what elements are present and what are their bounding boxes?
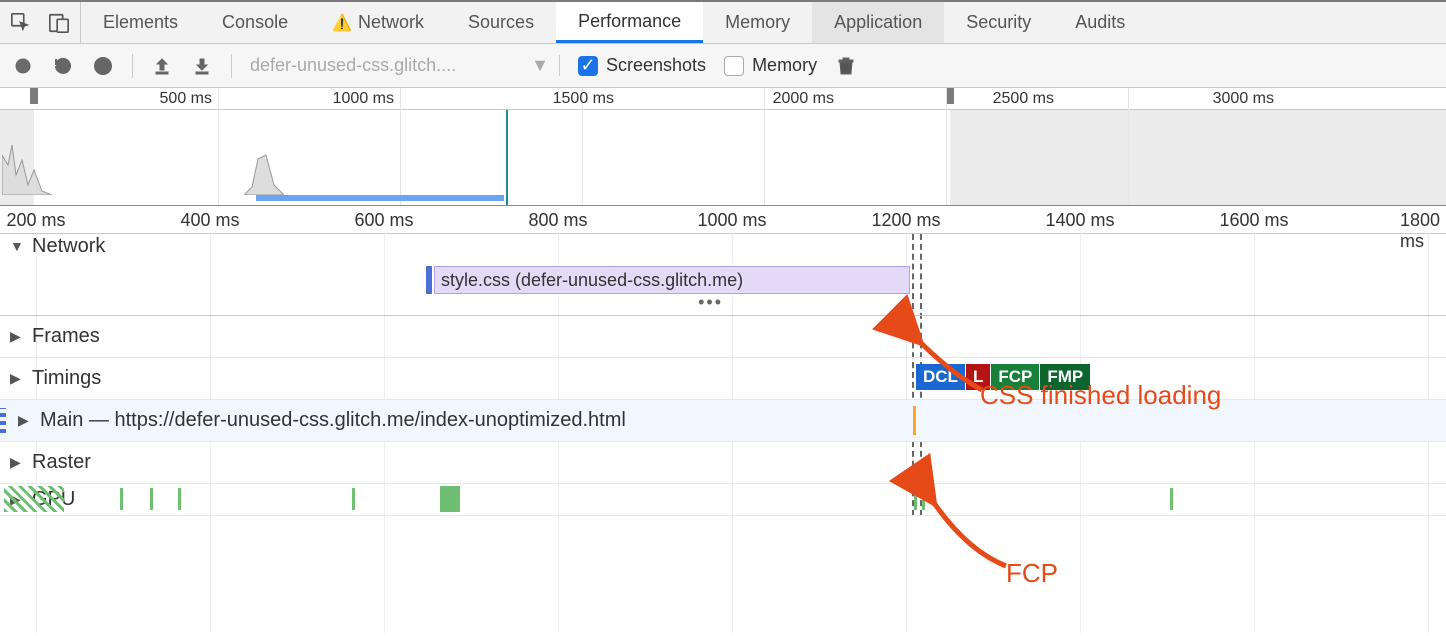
tab-application[interactable]: Application bbox=[812, 2, 944, 43]
profile-selector[interactable]: defer-unused-css.glitch.... ▼ bbox=[250, 55, 560, 76]
clear-icon[interactable] bbox=[92, 55, 114, 77]
tab-audits[interactable]: Audits bbox=[1053, 2, 1147, 43]
gpu-activity bbox=[1170, 488, 1173, 510]
disclosure-triangle-icon: ▶ bbox=[10, 328, 24, 345]
disclosure-triangle-icon: ▶ bbox=[10, 370, 24, 387]
download-icon[interactable] bbox=[191, 55, 213, 77]
disclosure-triangle-icon: ▼ bbox=[10, 238, 24, 254]
record-icon[interactable] bbox=[12, 55, 34, 77]
tracks-container: ▼ Network style.css (defer-unused-css.gl… bbox=[0, 234, 1446, 516]
overview-marker bbox=[506, 110, 508, 205]
warning-icon: ⚠️ bbox=[332, 13, 352, 33]
checkbox-checked-icon: ✓ bbox=[578, 56, 598, 76]
overview-body[interactable] bbox=[0, 110, 1446, 206]
frames-track-header[interactable]: ▶ Frames bbox=[0, 316, 1446, 358]
divider bbox=[231, 54, 232, 78]
cpu-spark bbox=[244, 151, 284, 195]
tab-network[interactable]: ⚠️ Network bbox=[310, 2, 446, 43]
tab-left-controls bbox=[0, 2, 81, 43]
tab-elements[interactable]: Elements bbox=[81, 2, 200, 43]
flame-ruler[interactable]: 200 ms 400 ms 600 ms 800 ms 1000 ms 1200… bbox=[0, 206, 1446, 234]
garbage-icon[interactable] bbox=[835, 55, 857, 77]
range-handle-right[interactable] bbox=[946, 88, 954, 104]
network-track-header[interactable]: ▼ Network bbox=[0, 234, 1446, 258]
disclosure-triangle-icon: ▶ bbox=[18, 412, 32, 429]
performance-toolbar: defer-unused-css.glitch.... ▼ ✓ Screensh… bbox=[0, 44, 1446, 88]
gpu-activity bbox=[440, 486, 460, 512]
annotation-css-finished: CSS finished loading bbox=[980, 380, 1221, 411]
network-request-start bbox=[426, 266, 432, 294]
chevron-down-icon: ▼ bbox=[531, 55, 549, 76]
raster-track-header[interactable]: ▶ Raster bbox=[0, 442, 1446, 484]
device-toggle-icon[interactable] bbox=[48, 12, 70, 34]
overview-ruler[interactable]: 500 ms 1000 ms 1500 ms 2000 ms 2500 ms 3… bbox=[0, 88, 1446, 110]
tab-security[interactable]: Security bbox=[944, 2, 1053, 43]
overview-shade-right bbox=[950, 110, 1446, 205]
tab-console[interactable]: Console bbox=[200, 2, 310, 43]
arrow-icon bbox=[912, 334, 992, 399]
tab-memory[interactable]: Memory bbox=[703, 2, 812, 43]
arrow-icon bbox=[926, 494, 1016, 579]
tab-sources[interactable]: Sources bbox=[446, 2, 556, 43]
network-request-bar[interactable]: style.css (defer-unused-css.glitch.me) bbox=[434, 266, 910, 294]
inspect-icon[interactable] bbox=[10, 12, 32, 34]
memory-checkbox[interactable]: Memory bbox=[724, 55, 817, 76]
gpu-track-header[interactable]: ▶ GPU bbox=[0, 484, 1446, 516]
gpu-activity bbox=[922, 488, 925, 510]
disclosure-triangle-icon: ▶ bbox=[10, 454, 24, 471]
tab-performance[interactable]: Performance bbox=[556, 2, 703, 43]
reload-icon[interactable] bbox=[52, 55, 74, 77]
main-marker bbox=[913, 406, 916, 435]
gpu-activity bbox=[178, 488, 181, 510]
main-activity-strip bbox=[0, 408, 6, 433]
overview-network-bar bbox=[256, 195, 504, 201]
timings-track-header[interactable]: ▶ Timings DCLLFCPFMP bbox=[0, 358, 1446, 400]
devtools-panel-tabs: Elements Console ⚠️ Network Sources Perf… bbox=[0, 2, 1446, 44]
more-indicator: ••• bbox=[698, 292, 723, 313]
network-track-lane[interactable]: style.css (defer-unused-css.glitch.me) •… bbox=[0, 258, 1446, 316]
gpu-activity bbox=[352, 488, 355, 510]
main-track-header[interactable]: ▶ Main — https://defer-unused-css.glitch… bbox=[0, 400, 1446, 442]
gpu-activity bbox=[914, 488, 917, 510]
range-handle-left[interactable] bbox=[30, 88, 38, 104]
checkbox-icon bbox=[724, 56, 744, 76]
divider bbox=[132, 54, 133, 78]
gpu-activity bbox=[4, 486, 64, 512]
gpu-activity bbox=[150, 488, 153, 510]
screenshots-checkbox[interactable]: ✓ Screenshots bbox=[578, 55, 706, 76]
gpu-activity bbox=[120, 488, 123, 510]
cpu-spark bbox=[2, 125, 52, 195]
upload-icon[interactable] bbox=[151, 55, 173, 77]
